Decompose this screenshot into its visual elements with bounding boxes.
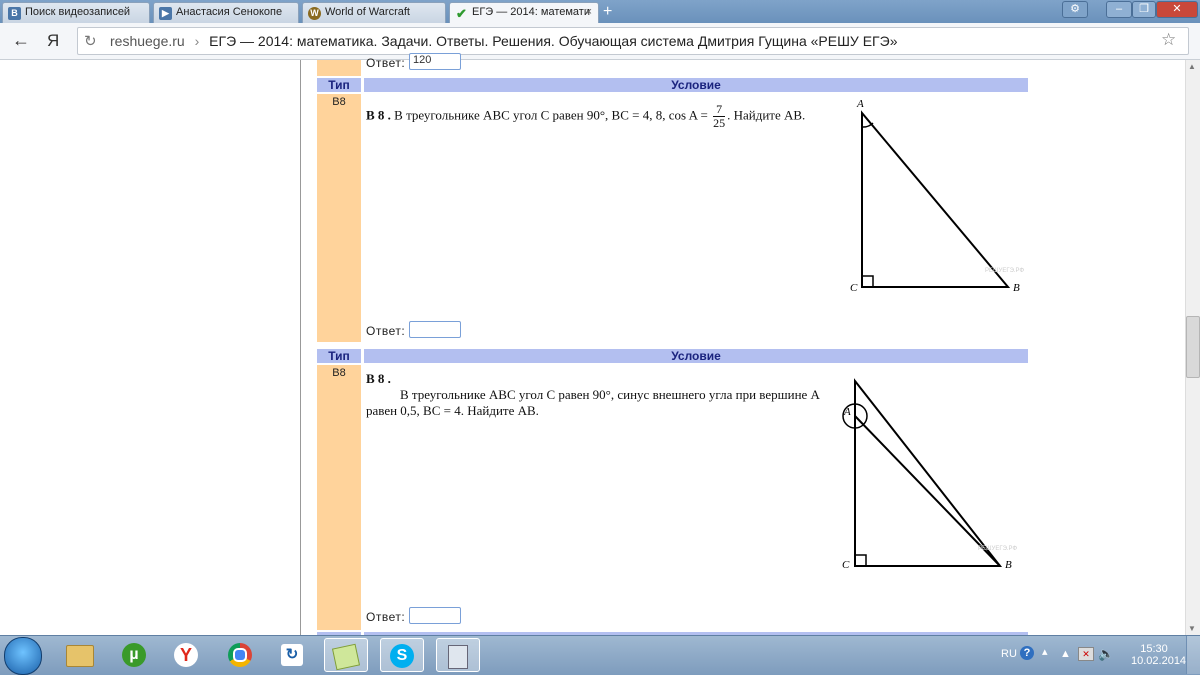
calculator-icon[interactable] xyxy=(436,638,480,672)
language-indicator[interactable]: RU xyxy=(1001,648,1017,660)
clock[interactable]: 15:30 10.02.2014 xyxy=(1131,643,1187,667)
clock-time: 15:30 xyxy=(1140,643,1168,655)
type-cell: B8 xyxy=(317,94,361,342)
network-icon[interactable]: ✕ xyxy=(1078,647,1094,661)
notes-icon[interactable] xyxy=(324,638,368,672)
vk-icon: В xyxy=(8,7,21,20)
type-cell: B8 xyxy=(317,365,361,630)
address-host: reshuege.ru xyxy=(110,33,185,49)
new-tab-button[interactable]: + xyxy=(603,3,612,21)
tab-video-search[interactable]: В Поиск видеозаписей xyxy=(2,2,150,23)
task-question: . Найдите AB. xyxy=(727,107,806,123)
scrollbar-thumb[interactable] xyxy=(1186,316,1200,378)
close-window-button[interactable]: ✕ xyxy=(1156,1,1198,18)
check-icon: ✔ xyxy=(456,6,467,21)
page-content xyxy=(300,60,1186,635)
column-header-type: Тип xyxy=(317,78,361,92)
app-icon[interactable]: ↻ xyxy=(270,638,314,672)
address-text: reshuege.ru › ЕГЭ — 2014: математика. За… xyxy=(110,33,897,49)
task-number: B 8 . xyxy=(366,371,391,386)
tab-ege-math[interactable]: ✔ ЕГЭ — 2014: математи × xyxy=(449,2,599,24)
tray-expand-icon[interactable]: ▲ xyxy=(1060,648,1071,660)
task-statement: В треугольнике ABC угол C равен 90°, BC … xyxy=(394,107,708,123)
explorer-icon[interactable] xyxy=(58,638,102,672)
restore-button[interactable]: ❐ xyxy=(1132,1,1156,18)
address-separator: › xyxy=(194,33,200,49)
column-header-condition: Условие xyxy=(364,78,1028,92)
show-desktop-button[interactable] xyxy=(1186,636,1200,674)
vertex-label-c: C xyxy=(850,282,858,294)
tab-world-of-warcraft[interactable]: W World of Warcraft xyxy=(302,2,446,23)
close-tab-icon[interactable]: × xyxy=(586,6,592,18)
scroll-down-icon[interactable]: ▼ xyxy=(1188,624,1196,633)
tab-label: Анастасия Сенокопе xyxy=(176,6,283,18)
answer-label: Ответ: xyxy=(366,56,406,70)
settings-gear-icon[interactable]: ⚙ xyxy=(1062,1,1088,18)
vertex-label-a: A xyxy=(857,98,864,110)
skype-icon[interactable]: S xyxy=(380,638,424,672)
vk-video-icon: ▶ xyxy=(159,7,172,20)
fraction: 7 25 xyxy=(713,103,726,130)
fraction-denominator: 25 xyxy=(713,116,726,130)
task-text: B 8 . В треугольнике ABC угол C равен 90… xyxy=(366,103,836,130)
task-text: B 8 . В треугольнике ABC угол C равен 90… xyxy=(366,371,832,419)
yandex-icon[interactable]: Y xyxy=(164,638,208,672)
scroll-up-icon[interactable]: ▲ xyxy=(1188,62,1196,71)
tray-arrow-icon[interactable]: ▴ xyxy=(1042,645,1048,658)
star-icon[interactable]: ☆ xyxy=(1161,30,1176,50)
column-header-condition: Условие xyxy=(364,349,1028,363)
answer-input[interactable] xyxy=(409,321,461,338)
task-number: B 8 . xyxy=(366,107,391,123)
minimize-button[interactable]: – xyxy=(1106,1,1132,18)
reload-icon[interactable]: ↻ xyxy=(84,32,97,50)
clock-date: 10.02.2014 xyxy=(1131,655,1187,667)
vertex-label-b: B xyxy=(1005,559,1012,571)
tab-label: World of Warcraft xyxy=(325,6,410,18)
help-icon[interactable]: ? xyxy=(1020,646,1034,660)
tab-label: ЕГЭ — 2014: математи xyxy=(472,6,590,18)
utorrent-icon[interactable]: µ xyxy=(112,638,156,672)
fraction-numerator: 7 xyxy=(713,103,726,117)
task-statement: В треугольнике ABC угол C равен 90°, син… xyxy=(400,387,820,402)
triangle-figure-2 xyxy=(842,378,1003,567)
chrome-icon[interactable] xyxy=(218,638,262,672)
vertex-label-a: A xyxy=(844,406,851,418)
vertex-label-b: B xyxy=(1013,282,1020,294)
tab-anastasia[interactable]: ▶ Анастасия Сенокопе xyxy=(153,2,299,23)
answer-label: Ответ: xyxy=(366,610,406,624)
yandex-logo[interactable]: Я xyxy=(47,31,59,51)
back-icon[interactable]: ← xyxy=(12,30,30,51)
watermark: РЕШУЕГЭ.РФ xyxy=(985,268,1025,274)
type-cell xyxy=(317,60,361,76)
answer-input[interactable] xyxy=(409,607,461,624)
wow-icon: W xyxy=(308,7,321,20)
tab-label: Поиск видеозаписей xyxy=(25,6,131,18)
answer-label: Ответ: xyxy=(366,324,406,338)
watermark: РЕШУЕГЭ.РФ xyxy=(978,546,1018,552)
task-question: равен 0,5, BC = 4. Найдите AB. xyxy=(366,403,539,418)
page-title: ЕГЭ — 2014: математика. Задачи. Ответы. … xyxy=(209,33,898,49)
windows-start-icon[interactable] xyxy=(4,637,42,675)
vertex-label-c: C xyxy=(842,559,850,571)
answer-input[interactable]: 120 xyxy=(409,53,461,70)
volume-icon[interactable]: 🔈 xyxy=(1098,646,1114,662)
column-header-type: Тип xyxy=(317,349,361,363)
